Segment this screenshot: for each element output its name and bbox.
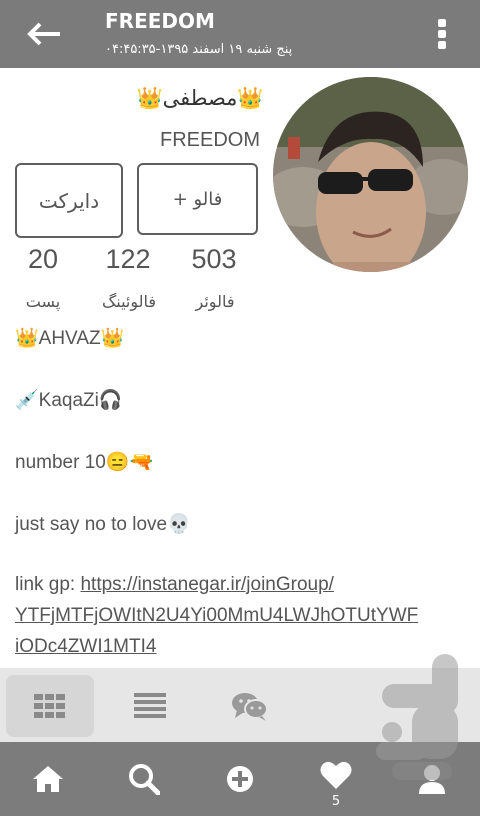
bottom-nav: 5 — [0, 742, 480, 816]
back-button[interactable] — [22, 18, 70, 50]
date-time: پنج شنبه ۱۹ اسفند ۱۳۹۵-۰۴:۴۵:۳۵ — [105, 42, 293, 57]
home-icon — [33, 766, 63, 792]
chat-icon — [232, 693, 268, 721]
tab-list-view[interactable] — [106, 675, 194, 737]
grid-icon — [34, 694, 65, 718]
follow-button[interactable]: + فالو — [137, 163, 258, 235]
menu-button[interactable] — [430, 16, 454, 52]
username: FREEDOM — [160, 129, 260, 151]
posts-count: 20 — [27, 244, 59, 274]
following-label[interactable]: فالوئینگ — [88, 292, 170, 311]
likes-badge: 5 — [331, 794, 341, 809]
nav-profile[interactable] — [384, 742, 480, 816]
group-link[interactable]: https://instanegar.ir/joinGroup/ — [80, 574, 333, 595]
following-count[interactable]: 122 — [96, 244, 160, 275]
nav-add[interactable] — [192, 742, 288, 816]
posts-label: پست — [25, 292, 61, 311]
top-bar: FREEDOM پنج شنبه ۱۹ اسفند ۱۳۹۵-۰۴:۴۵:۳۵ — [0, 0, 480, 68]
bio-link-line: link gp: https://instanegar.ir/joinGroup… — [15, 574, 334, 596]
view-tabs — [0, 668, 480, 742]
more-vertical-icon — [438, 19, 446, 49]
direct-message-button[interactable]: دایرکت — [15, 163, 123, 238]
profile-icon — [419, 765, 445, 794]
list-icon — [134, 693, 166, 718]
heart-icon — [320, 761, 352, 789]
followers-count[interactable]: 503 — [182, 244, 246, 275]
tab-grid-view[interactable] — [6, 675, 94, 737]
search-icon — [129, 764, 160, 795]
bio-link-line: iODc4ZWI1MTI4 — [15, 636, 156, 658]
link-prefix: link gp: — [15, 574, 81, 595]
arrow-left-icon — [27, 22, 60, 46]
bio-link-line: YTFjMTFjOWItN2U4Yi00MmU4LWJhOTUtYWF — [15, 605, 418, 627]
bio-line: 💉KaqaZi🎧 — [15, 390, 123, 411]
group-link[interactable]: iODc4ZWI1MTI4 — [15, 636, 156, 657]
nav-home[interactable] — [0, 742, 96, 816]
page-title: FREEDOM — [105, 9, 215, 33]
nav-likes[interactable]: 5 — [288, 742, 384, 816]
nav-search[interactable] — [96, 742, 192, 816]
bio-line: number 10😑🔫 — [15, 452, 154, 473]
display-name: 👑مصطفی👑 — [136, 86, 264, 110]
bio-line: 👑AHVAZ👑 — [15, 328, 125, 349]
avatar-photo — [273, 77, 468, 272]
followers-label[interactable]: فالوئر — [180, 292, 250, 311]
avatar[interactable] — [273, 77, 468, 272]
add-icon — [227, 766, 253, 792]
tab-chat-view[interactable] — [206, 675, 294, 737]
group-link[interactable]: YTFjMTFjOWItN2U4Yi00MmU4LWJhOTUtYWF — [15, 605, 418, 626]
bio-line: just say no to love💀 — [15, 514, 191, 535]
